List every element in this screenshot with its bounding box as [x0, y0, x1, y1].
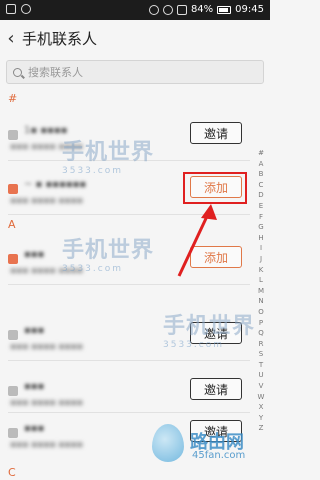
contact-number: ▪▪▪ ▪▪▪▪ ▪▪▪▪ — [10, 398, 83, 408]
index-letter[interactable]: O — [258, 307, 264, 318]
index-letter[interactable]: J — [260, 254, 262, 265]
index-letter[interactable]: W — [258, 392, 265, 403]
contact-number: ▪▪▪ ▪▪▪▪ ▪▪▪▪ — [10, 440, 83, 450]
index-letter[interactable]: R — [259, 339, 264, 350]
divider — [8, 284, 250, 285]
site-logo-domain: 45fan.com — [192, 450, 246, 461]
section-header: # — [8, 92, 18, 105]
battery-percent: 84% — [190, 4, 214, 15]
contact-name: ▪▪▪ — [24, 249, 45, 260]
contact-number: ▪▪▪ ▪▪▪▪ ▪▪▪▪ — [10, 342, 83, 352]
contact-name: ▪▪▪ — [24, 381, 45, 392]
app-icon — [21, 4, 31, 14]
battery-icon — [217, 5, 232, 14]
alarm-icon — [148, 4, 159, 15]
watermark: 手机世界 3533.com — [163, 314, 256, 350]
search-icon — [13, 67, 22, 77]
avatar — [8, 254, 18, 264]
divider — [8, 412, 250, 413]
section-header: C — [8, 466, 16, 479]
page-title: 手机联系人 — [22, 29, 98, 48]
watermark: 手机世界 3533.com — [62, 238, 155, 274]
signal-icon — [176, 4, 187, 15]
clock: 09:45 — [235, 4, 264, 15]
alphabet-index[interactable]: # A B C D E F G H I J K L M N O P Q R S T U V W X Y Z — [255, 148, 267, 434]
index-letter[interactable]: C — [259, 180, 264, 191]
avatar — [8, 130, 18, 140]
contact-row[interactable]: ▪▪▪ ▪▪▪ ▪▪▪▪ ▪▪▪▪ 邀请 — [0, 372, 250, 408]
index-letter[interactable]: N — [258, 296, 263, 307]
index-letter[interactable]: U — [258, 370, 263, 381]
site-logo-icon — [152, 424, 184, 462]
search-placeholder: 搜索联系人 — [28, 66, 83, 79]
index-letter[interactable]: H — [258, 233, 263, 244]
annotation-arrow-icon — [177, 204, 217, 277]
section-header: A — [8, 218, 16, 231]
index-letter[interactable]: X — [259, 402, 264, 413]
contact-name: ~ ▪ ▪▪▪▪▪▪ — [24, 179, 87, 190]
avatar — [8, 428, 18, 438]
index-letter[interactable]: B — [259, 169, 264, 180]
contact-number: ▪▪▪ ▪▪▪▪ ▪▪▪▪ — [10, 196, 83, 206]
avatar — [8, 330, 18, 340]
index-letter[interactable]: K — [259, 265, 264, 276]
index-letter[interactable]: # — [258, 148, 264, 159]
index-letter[interactable]: A — [259, 159, 264, 170]
index-letter[interactable]: Z — [259, 423, 264, 434]
watermark: 手机世界 3533.com — [62, 140, 155, 176]
index-letter[interactable]: S — [259, 349, 263, 360]
notification-icon — [6, 4, 16, 14]
index-letter[interactable]: G — [258, 222, 263, 233]
index-letter[interactable]: L — [259, 275, 263, 286]
divider — [8, 360, 250, 361]
contact-name: ▪▪▪ — [24, 325, 45, 336]
contact-name: 1▪ ▪▪▪▪ — [24, 125, 68, 136]
contact-name: ▪▪▪ — [24, 423, 45, 434]
status-bar: 84% 09:45 — [0, 0, 270, 20]
back-arrow-icon[interactable]: ‹ — [0, 20, 22, 56]
search-input[interactable]: 搜索联系人 — [6, 60, 264, 84]
index-letter[interactable]: D — [258, 190, 263, 201]
index-letter[interactable]: V — [259, 381, 264, 392]
app-header: ‹ 手机联系人 — [0, 20, 270, 56]
index-letter[interactable]: E — [259, 201, 263, 212]
index-letter[interactable]: T — [259, 360, 263, 371]
invite-button[interactable]: 邀请 — [190, 378, 242, 400]
invite-button[interactable]: 邀请 — [190, 122, 242, 144]
index-letter[interactable]: Q — [258, 328, 264, 339]
index-letter[interactable]: F — [259, 212, 263, 223]
index-letter[interactable]: M — [258, 286, 264, 297]
index-letter[interactable]: Y — [259, 413, 263, 424]
avatar — [8, 386, 18, 396]
index-letter[interactable]: P — [259, 318, 263, 329]
index-letter[interactable]: I — [260, 243, 262, 254]
avatar — [8, 184, 18, 194]
wifi-icon — [162, 4, 173, 15]
